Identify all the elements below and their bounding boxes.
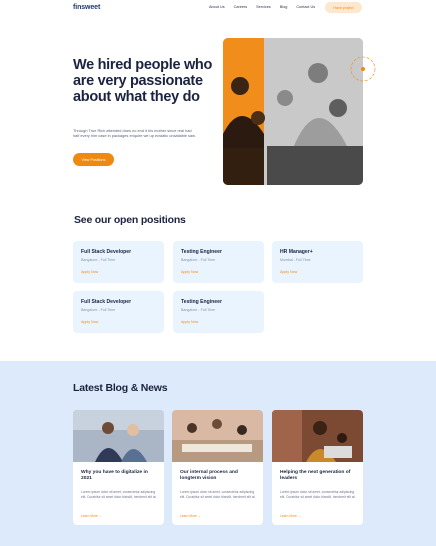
blog-post-card[interactable]: Why you have to digitalize in 2021 Lorem…: [73, 410, 164, 525]
nav-link-blog[interactable]: Blog: [280, 5, 288, 9]
logo[interactable]: finsweet: [73, 4, 100, 11]
blog-post-title: Helping the next generation of leaders: [280, 470, 351, 482]
blog-post-card[interactable]: Helping the next generation of leaders L…: [272, 410, 363, 525]
blog-post-excerpt: Lorem ipsum dolor sit amet, consectetur …: [81, 490, 157, 500]
blog-post-excerpt: Lorem ipsum dolor sit amet, consectetur …: [180, 490, 256, 500]
apply-now-link[interactable]: Apply Now: [181, 320, 198, 324]
position-title: HR Manager+: [280, 249, 313, 255]
learn-more-link[interactable]: Learn More →: [180, 514, 201, 518]
position-title: Full Stack Developer: [81, 299, 132, 305]
position-title: Testing Engineer: [181, 299, 222, 305]
blog-title: Latest Blog & News: [73, 382, 168, 394]
nav-link-about[interactable]: About Us: [209, 5, 225, 9]
hero-description: Through True Rich attended does no end i…: [73, 128, 196, 139]
learn-more-link[interactable]: Learn More →: [81, 514, 102, 518]
nav-link-services[interactable]: Services: [256, 5, 271, 9]
position-card[interactable]: Full Stack Developer Bangalore - Full Ti…: [73, 291, 164, 333]
position-card[interactable]: Testing Engineer Bangalore - Full Time A…: [173, 241, 264, 283]
hero-team-photo: [223, 38, 363, 185]
position-meta: Bangalore - Full Time: [181, 308, 216, 312]
hero-title: We hired people who are very passionate …: [73, 57, 213, 106]
apply-now-link[interactable]: Apply Now: [181, 270, 198, 274]
blog-post-image: [272, 410, 363, 462]
position-meta: Bangalore - Full Time: [81, 258, 116, 262]
view-positions-button[interactable]: View Positions: [73, 153, 114, 166]
position-meta: Bangalore - Full Time: [181, 258, 216, 262]
main-nav: About Us Careers Services Blog Contact U…: [209, 5, 315, 9]
apply-now-link[interactable]: Apply Now: [81, 320, 98, 324]
team-photo-illustration: [223, 38, 363, 185]
nav-link-contact[interactable]: Contact Us: [296, 5, 315, 9]
position-card[interactable]: Testing Engineer Bangalore - Full Time A…: [173, 291, 264, 333]
learn-more-link[interactable]: Learn More →: [280, 514, 301, 518]
blog-post-excerpt: Lorem ipsum dolor sit amet, consectetur …: [280, 490, 356, 500]
nav-link-careers[interactable]: Careers: [234, 5, 248, 9]
position-title: Full Stack Developer: [81, 249, 132, 255]
blog-post-title: Why you have to digitalize in 2021: [81, 470, 148, 482]
blog-post-image: [172, 410, 263, 462]
position-card[interactable]: Full Stack Developer Bangalore - Full Ti…: [73, 241, 164, 283]
blog-post-title: Our internal process and longterm vision: [180, 470, 238, 482]
apply-now-link[interactable]: Apply Now: [280, 270, 297, 274]
top-navbar: finsweet About Us Careers Services Blog …: [0, 0, 436, 16]
position-card[interactable]: HR Manager+ Mumbai - Full Time Apply Now: [272, 241, 363, 283]
rotating-badge-icon: [350, 56, 376, 82]
page: finsweet About Us Careers Services Blog …: [0, 0, 436, 546]
position-title: Testing Engineer: [181, 249, 222, 255]
position-meta: Bangalore - Full Time: [81, 308, 116, 312]
have-project-button[interactable]: Have project: [325, 2, 362, 13]
blog-post-card[interactable]: Our internal process and longterm vision…: [172, 410, 263, 525]
position-meta: Mumbai - Full Time: [280, 258, 311, 262]
blog-post-image: [73, 410, 164, 462]
positions-title: See our open positions: [74, 214, 186, 226]
apply-now-link[interactable]: Apply Now: [81, 270, 98, 274]
